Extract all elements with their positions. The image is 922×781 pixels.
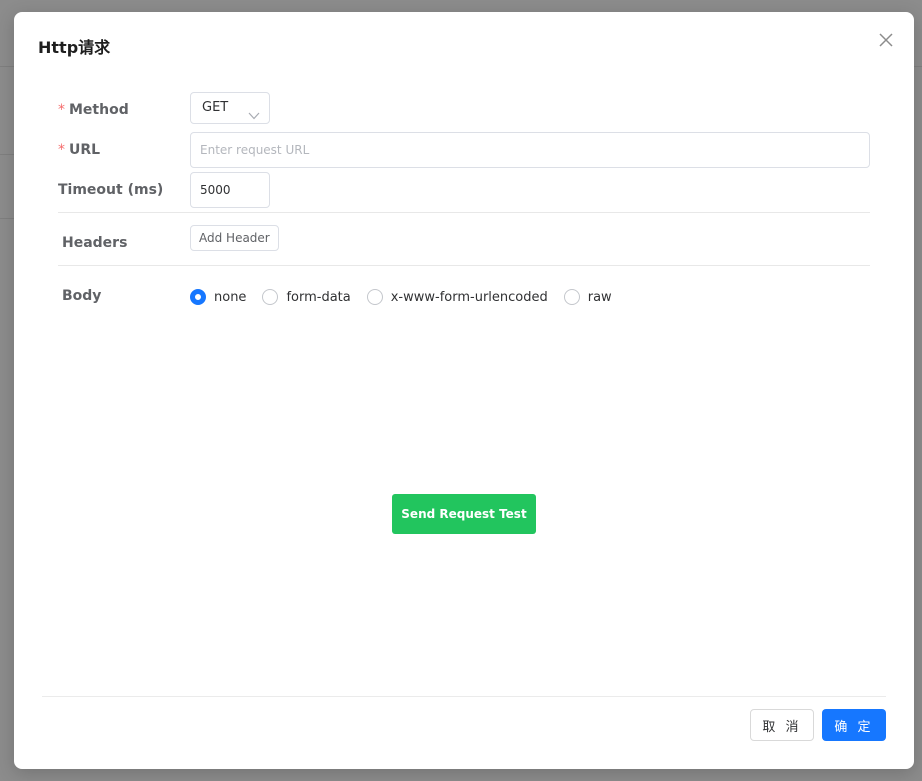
method-select[interactable]: GET: [190, 92, 270, 124]
chevron-down-icon: [248, 103, 260, 133]
cancel-button[interactable]: 取 消: [750, 709, 814, 741]
required-asterisk: *: [58, 142, 65, 158]
confirm-button[interactable]: 确 定: [822, 709, 886, 741]
radio-none[interactable]: none: [190, 289, 246, 305]
radio-checked-icon[interactable]: [190, 289, 206, 305]
radio-unchecked-icon[interactable]: [366, 289, 383, 305]
url-input[interactable]: [190, 132, 870, 168]
radio-label: form-data: [286, 289, 351, 305]
radio-raw[interactable]: raw: [563, 289, 612, 305]
send-request-test-button[interactable]: Send Request Test: [392, 494, 536, 534]
divider: [58, 212, 870, 213]
radio-label: raw: [587, 289, 612, 305]
radio-form-data[interactable]: form-data: [262, 289, 351, 305]
body-type-radio-group: none form-data x-www-form-urlencoded raw: [190, 288, 628, 306]
radio-x-www-form-urlencoded[interactable]: x-www-form-urlencoded: [366, 289, 548, 305]
timeout-input[interactable]: [190, 172, 270, 208]
footer-divider: [42, 696, 886, 697]
body-label: Body: [62, 288, 102, 304]
add-header-button[interactable]: Add Header: [190, 225, 279, 251]
radio-label: x-www-form-urlencoded: [390, 289, 548, 305]
radio-unchecked-icon[interactable]: [262, 289, 279, 305]
timeout-label: Timeout (ms): [58, 182, 164, 198]
method-select-value: GET: [202, 100, 229, 115]
url-label: * URL: [58, 142, 101, 158]
headers-label: Headers: [62, 235, 128, 251]
background-line: [0, 218, 14, 219]
radio-unchecked-icon[interactable]: [563, 289, 580, 305]
radio-label: none: [214, 289, 247, 305]
http-request-dialog: Http请求 *Method GET *URL Timeout (ms) Hea…: [14, 12, 914, 769]
required-asterisk: *: [58, 102, 65, 118]
background-line: [0, 154, 14, 155]
method-label: * Method: [58, 102, 129, 118]
divider: [58, 265, 870, 266]
dialog-title: Http请求: [38, 38, 111, 57]
close-icon[interactable]: [878, 32, 894, 48]
background-line: [0, 66, 14, 67]
